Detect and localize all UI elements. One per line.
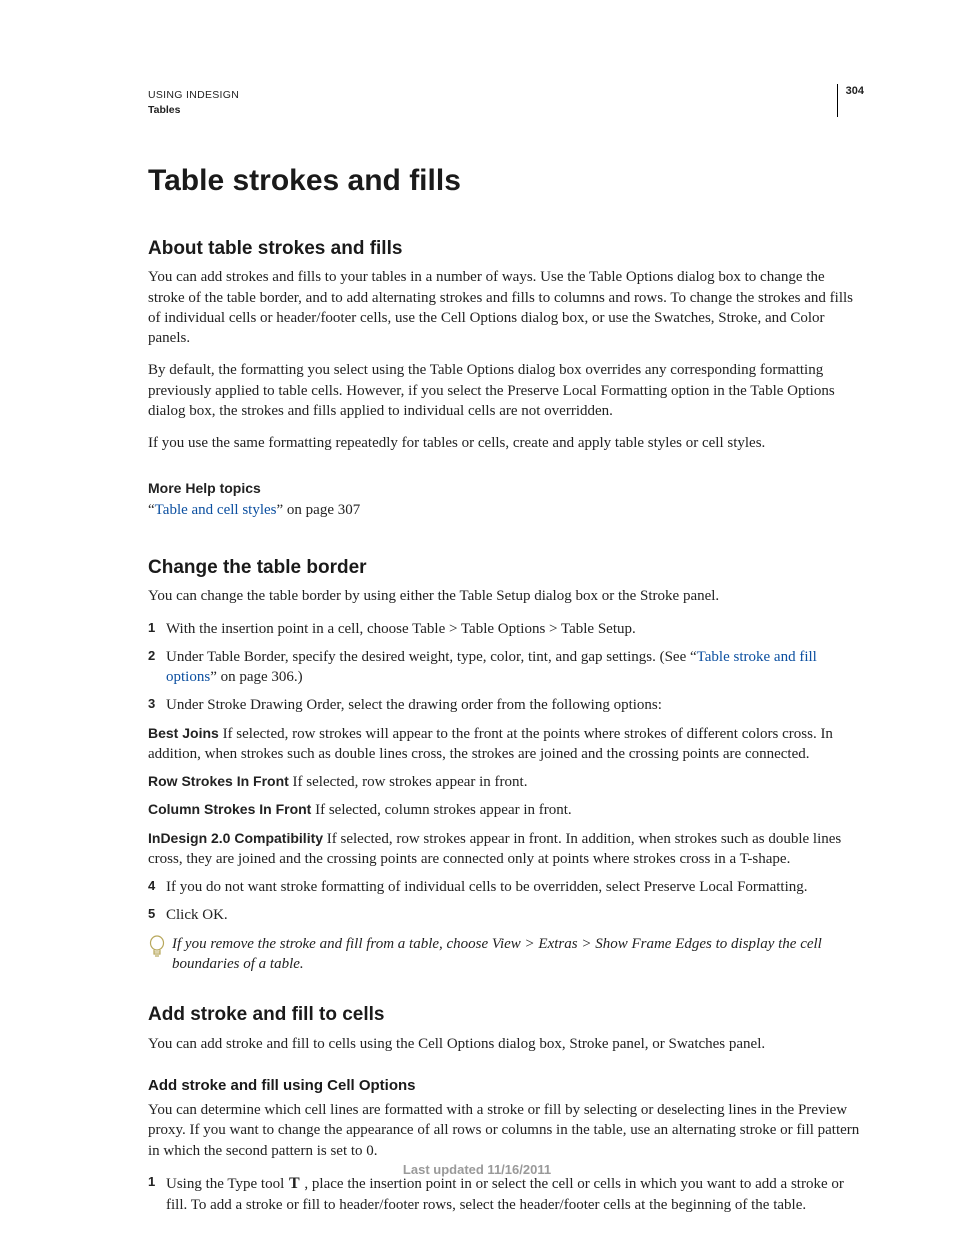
section-heading-add-stroke-fill: Add stroke and fill to cells (148, 1002, 864, 1028)
tip-text: If you remove the stroke and fill from a… (172, 934, 864, 975)
help-link-line: “Table and cell styles” on page 307 (148, 500, 864, 520)
link-table-cell-styles[interactable]: Table and cell styles (155, 502, 277, 518)
def-term-compat: InDesign 2.0 Compatibility (148, 830, 323, 846)
section-heading-change-border: Change the table border (148, 555, 864, 581)
section-heading-about: About table strokes and fills (148, 236, 864, 262)
step-text: With the insertion point in a cell, choo… (166, 621, 636, 637)
step-text: If you do not want stroke formatting of … (166, 879, 808, 895)
tip: If you remove the stroke and fill from a… (148, 934, 864, 975)
list-item: Using the Type tool T , place the insert… (148, 1173, 864, 1215)
def-term-row-front: Row Strokes In Front (148, 773, 289, 789)
body-text: You can add stroke and fill to cells usi… (148, 1034, 864, 1054)
def-text: If selected, row strokes will appear to … (148, 726, 833, 762)
list-item: If you do not want stroke formatting of … (148, 877, 864, 897)
quote-open: “ (148, 502, 155, 518)
steps-list: Using the Type tool T , place the insert… (148, 1173, 864, 1215)
def-text: If selected, column strokes appear in fr… (311, 802, 571, 818)
steps-list-continued: If you do not want stroke formatting of … (148, 877, 864, 926)
more-help-heading: More Help topics (148, 479, 864, 498)
steps-list: With the insertion point in a cell, choo… (148, 619, 864, 716)
page-footer: Last updated 11/16/2011 (0, 1161, 954, 1179)
running-title: USING INDESIGN (148, 88, 239, 102)
page-title: Table strokes and fills (148, 161, 864, 202)
list-item: Under Stroke Drawing Order, select the d… (148, 695, 864, 715)
body-text: You can determine which cell lines are f… (148, 1100, 864, 1161)
list-item: Under Table Border, specify the desired … (148, 647, 864, 688)
list-item: With the insertion point in a cell, choo… (148, 619, 864, 639)
step-text: Under Table Border, specify the desired … (166, 649, 697, 665)
body-text: By default, the formatting you select us… (148, 360, 864, 421)
list-item: Click OK. (148, 905, 864, 925)
body-text: You can add strokes and fills to your ta… (148, 267, 864, 348)
step-text: Under Stroke Drawing Order, select the d… (166, 697, 662, 713)
running-section: Tables (148, 103, 239, 117)
definition: InDesign 2.0 Compatibility If selected, … (148, 829, 864, 870)
definition: Row Strokes In Front If selected, row st… (148, 772, 864, 792)
def-term-best-joins: Best Joins (148, 725, 219, 741)
def-text: If selected, row strokes appear in front… (289, 774, 528, 790)
def-term-col-front: Column Strokes In Front (148, 801, 311, 817)
lightbulb-icon (148, 935, 166, 959)
definition: Best Joins If selected, row strokes will… (148, 724, 864, 765)
page-number: 304 (846, 84, 864, 99)
page-number-wrap: 304 (837, 84, 864, 117)
running-head-left: USING INDESIGN Tables (148, 88, 239, 117)
step-text: ” on page 306.) (210, 669, 302, 685)
page-header: USING INDESIGN Tables 304 (148, 88, 864, 117)
body-text: If you use the same formatting repeatedl… (148, 433, 864, 453)
step-text: Click OK. (166, 907, 228, 923)
help-link-rest: ” on page 307 (277, 502, 361, 518)
definition: Column Strokes In Front If selected, col… (148, 800, 864, 820)
subsection-heading-cell-options: Add stroke and fill using Cell Options (148, 1076, 864, 1096)
body-text: You can change the table border by using… (148, 586, 864, 606)
